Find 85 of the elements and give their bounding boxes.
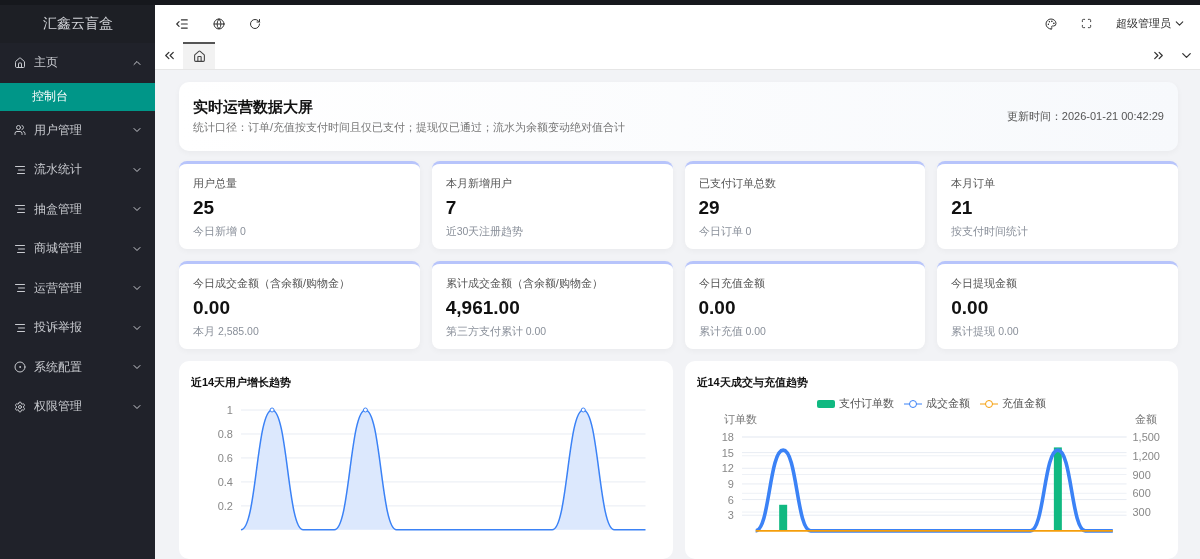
list-icon: [14, 282, 26, 295]
stat-note: 本月 2,585.00: [193, 325, 260, 339]
data-point: [269, 407, 275, 413]
fullscreen-icon[interactable]: [1081, 18, 1092, 29]
stat-label: 今日充值金额: [698, 276, 766, 291]
data-point: [362, 407, 368, 413]
app-title: 汇鑫云盲盒: [0, 5, 155, 43]
axis-label: 0.6: [217, 451, 233, 464]
sidebar-item[interactable]: 抽盒管理: [0, 189, 155, 229]
stat-label: 已支付订单总数: [698, 176, 777, 191]
sidebar-item[interactable]: 投诉举报: [0, 308, 155, 348]
legend-line-icon: [903, 398, 922, 409]
stat-value: 29: [698, 197, 721, 219]
stat-value: 21: [951, 197, 974, 219]
settings-icon: [14, 400, 26, 413]
dashboard-title: 实时运营数据大屏: [193, 98, 314, 117]
legend-item[interactable]: 成交金额: [903, 396, 970, 411]
axis-label: 300: [1132, 506, 1151, 519]
sidebar-item[interactable]: 用户管理: [0, 110, 155, 150]
legend-item[interactable]: 支付订单数: [816, 396, 894, 411]
stat-note: 累计充值 0.00: [698, 325, 767, 339]
home-tab[interactable]: [183, 42, 215, 69]
axis-label: 18: [721, 430, 734, 443]
chart-title: 近14天成交与充值趋势: [696, 375, 809, 390]
circle-icon: [14, 361, 26, 374]
axis-label: 0.8: [217, 427, 233, 440]
chart-title: 近14天用户增长趋势: [191, 375, 293, 390]
users-icon: [14, 124, 26, 137]
stat-value: 25: [193, 197, 216, 219]
menu-fold-icon[interactable]: [175, 16, 189, 31]
globe-icon[interactable]: [213, 17, 225, 30]
list-icon: [14, 203, 26, 216]
stat-label: 用户总量: [193, 176, 238, 191]
list-icon: [14, 321, 26, 334]
axis-title: 订单数: [723, 413, 757, 425]
stat-label: 今日成交金额（含余额/购物金）: [193, 276, 352, 291]
axis-label: 6: [727, 493, 734, 506]
axis-label: 600: [1132, 487, 1151, 500]
bar: [778, 504, 787, 531]
user-menu[interactable]: 超级管理员: [1116, 16, 1186, 31]
stat-value: 0.00: [698, 297, 737, 319]
update-time: 更新时间：2026-01-21 00:42:29: [1006, 109, 1164, 124]
stat-label: 今日提现金额: [951, 276, 1019, 291]
axis-label: 9: [727, 477, 734, 490]
list-icon: [14, 242, 26, 255]
stat-label: 累计成交金额（含余额/购物金）: [445, 276, 604, 291]
stat-value: 7: [445, 197, 458, 219]
stat-note: 近30天注册趋势: [445, 225, 525, 239]
stat-note: 今日新增 0: [193, 225, 247, 239]
axis-label: 1,500: [1132, 430, 1160, 443]
stat-value: 0.00: [951, 297, 990, 319]
refresh-icon[interactable]: [249, 17, 261, 30]
stat-value: 0.00: [193, 297, 231, 319]
sidebar-item[interactable]: 运营管理: [0, 268, 155, 308]
sidebar-item[interactable]: 主页: [0, 43, 155, 83]
dashboard-subtitle: 统计口径：订单/充值按支付时间且仅已支付；提现仅已通过；流水为余额变动绝对值合计: [193, 120, 627, 135]
home-icon: [14, 56, 26, 69]
legend-swatch-icon: [816, 398, 835, 409]
stat-label: 本月新增用户: [445, 176, 513, 191]
legend-line-icon: [979, 398, 998, 409]
sidebar-item[interactable]: 流水统计: [0, 150, 155, 190]
stat-note: 今日订单 0: [698, 225, 753, 239]
data-point: [580, 407, 586, 413]
axis-label: 1: [226, 404, 233, 416]
axis-label: 900: [1132, 468, 1151, 481]
sidebar-subitem[interactable]: 控制台: [0, 82, 155, 111]
axis-label: 1,200: [1132, 449, 1160, 462]
list-icon: [14, 163, 26, 176]
sidebar-item[interactable]: 权限管理: [0, 387, 155, 427]
stat-note: 累计提现 0.00: [951, 325, 1020, 339]
stat-note: 第三方支付累计 0.00: [445, 325, 548, 339]
stat-label: 本月订单: [951, 176, 997, 191]
axis-label: 3: [727, 509, 734, 522]
legend-item[interactable]: 充值金额: [979, 396, 1046, 411]
sidebar-item[interactable]: 系统配置: [0, 347, 155, 387]
sidebar-item[interactable]: 商城管理: [0, 229, 155, 269]
axis-label: 0.2: [217, 499, 233, 512]
axis-label: 12: [721, 462, 734, 475]
stat-value: 4,961.00: [445, 297, 521, 319]
stat-note: 按支付时间统计: [951, 225, 1030, 239]
home-icon: [192, 50, 206, 63]
axis-title: 金额: [1134, 413, 1156, 425]
axis-label: 15: [721, 446, 734, 459]
palette-icon[interactable]: [1045, 17, 1057, 30]
axis-label: 0.4: [217, 475, 233, 488]
